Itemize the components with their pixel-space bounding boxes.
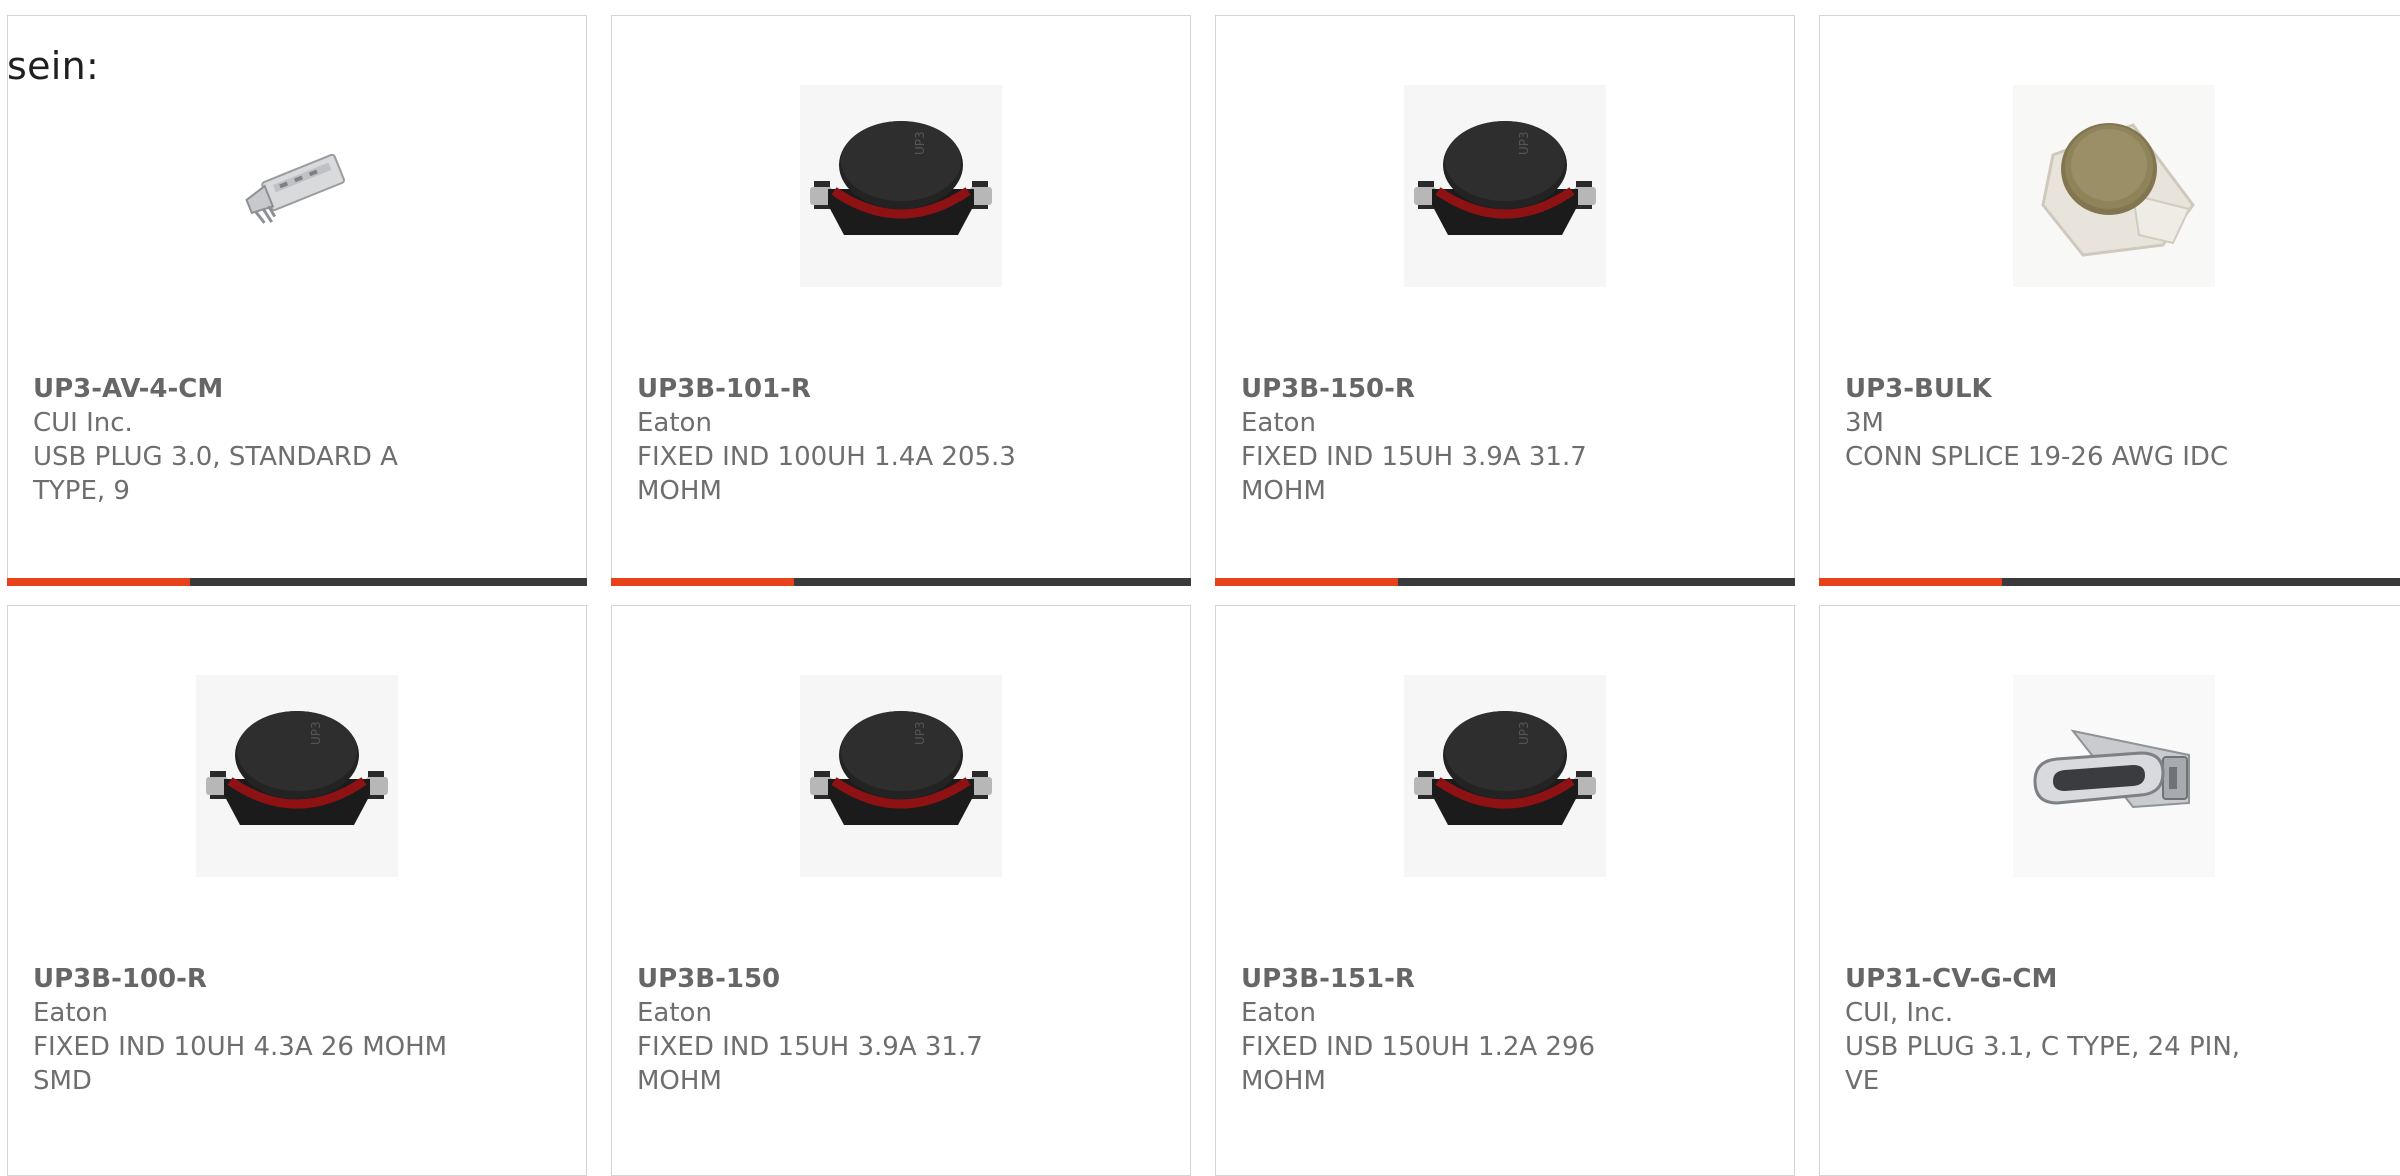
description: FIXED IND 10UH 4.3A 26 MOHM SMD [33,1032,448,1096]
part-number-link[interactable]: UP3B-100-R [33,962,561,996]
description: FIXED IND 15UH 3.9A 31.7 MOHM [637,1032,983,1096]
part-number-link[interactable]: UP3B-150 [637,962,1165,996]
product-image [1820,674,2400,878]
product-image: UP3 [1216,84,1794,288]
svg-text:UP3: UP3 [1517,131,1531,155]
manufacturer: CUI Inc. [33,408,133,438]
product-card[interactable]: UP3-AV-4-CM CUI Inc. USB PLUG 3.0, STAND… [7,15,587,586]
product-image [1820,84,2400,288]
inductor-icon: UP3 [800,675,1002,877]
splice-connector-icon [2013,85,2215,287]
svg-text:UP3: UP3 [309,721,323,745]
card-accent-bar [1215,578,1795,586]
manufacturer: Eaton [637,998,712,1028]
description: FIXED IND 150UH 1.2A 296 MOHM [1241,1032,1596,1096]
manufacturer: Eaton [33,998,108,1028]
svg-text:UP3: UP3 [1517,721,1531,745]
inductor-icon: UP3 [1404,675,1606,877]
manufacturer: Eaton [1241,998,1316,1028]
manufacturer: Eaton [1241,408,1316,438]
product-image: UP3 [612,84,1190,288]
inductor-icon: UP3 [800,85,1002,287]
product-card[interactable]: UP31-CV-G-CM CUI, Inc. USB PLUG 3.1, C T… [1819,605,2400,1176]
description: USB PLUG 3.1, C TYPE, 24 PIN, VE [1845,1032,2241,1096]
usb-a-plug-icon [245,153,345,224]
product-card[interactable]: UP3 UP3B-150 Eaton FIXED IND 15UH 3.9A 3… [611,605,1191,1176]
part-number-link[interactable]: UP31-CV-G-CM [1845,962,2383,996]
description: CONN SPLICE 19-26 AWG IDC [1845,442,2229,472]
product-grid: UP3-AV-4-CM CUI Inc. USB PLUG 3.0, STAND… [0,0,2400,1176]
card-accent-bar [7,578,587,586]
product-card[interactable]: UP3 UP3B-151-R Eaton FIXED IND 150UH 1.2… [1215,605,1795,1176]
usb-c-plug-icon [2013,675,2215,877]
part-number-link[interactable]: UP3-AV-4-CM [33,372,561,406]
svg-text:UP3: UP3 [913,131,927,155]
manufacturer: CUI, Inc. [1845,998,1954,1028]
product-image: UP3 [1216,674,1794,878]
card-accent-bar [611,578,1191,586]
description: FIXED IND 15UH 3.9A 31.7 MOHM [1241,442,1587,506]
product-card[interactable]: UP3 UP3B-100-R Eaton FIXED IND 10UH 4.3A… [7,605,587,1176]
part-number-link[interactable]: UP3-BULK [1845,372,2383,406]
description: FIXED IND 100UH 1.4A 205.3 MOHM [637,442,1016,506]
part-number-link[interactable]: UP3B-101-R [637,372,1165,406]
product-card[interactable]: UP3 UP3B-101-R Eaton FIXED IND 100UH 1.4… [611,15,1191,586]
description: USB PLUG 3.0, STANDARD A TYPE, 9 [33,442,398,506]
part-number-link[interactable]: UP3B-150-R [1241,372,1769,406]
part-number-link[interactable]: UP3B-151-R [1241,962,1769,996]
inductor-icon: UP3 [196,675,398,877]
manufacturer: 3M [1845,408,1884,438]
product-image [8,84,586,288]
card-accent-bar [1819,578,2400,586]
intro-text: sein: [7,44,100,88]
inductor-icon: UP3 [1404,85,1606,287]
product-card[interactable]: UP3-BULK 3M CONN SPLICE 19-26 AWG IDC [1819,15,2400,586]
product-image: UP3 [8,674,586,878]
product-image: UP3 [612,674,1190,878]
manufacturer: Eaton [637,408,712,438]
product-card[interactable]: UP3 UP3B-150-R Eaton FIXED IND 15UH 3.9A… [1215,15,1795,586]
svg-text:UP3: UP3 [913,721,927,745]
